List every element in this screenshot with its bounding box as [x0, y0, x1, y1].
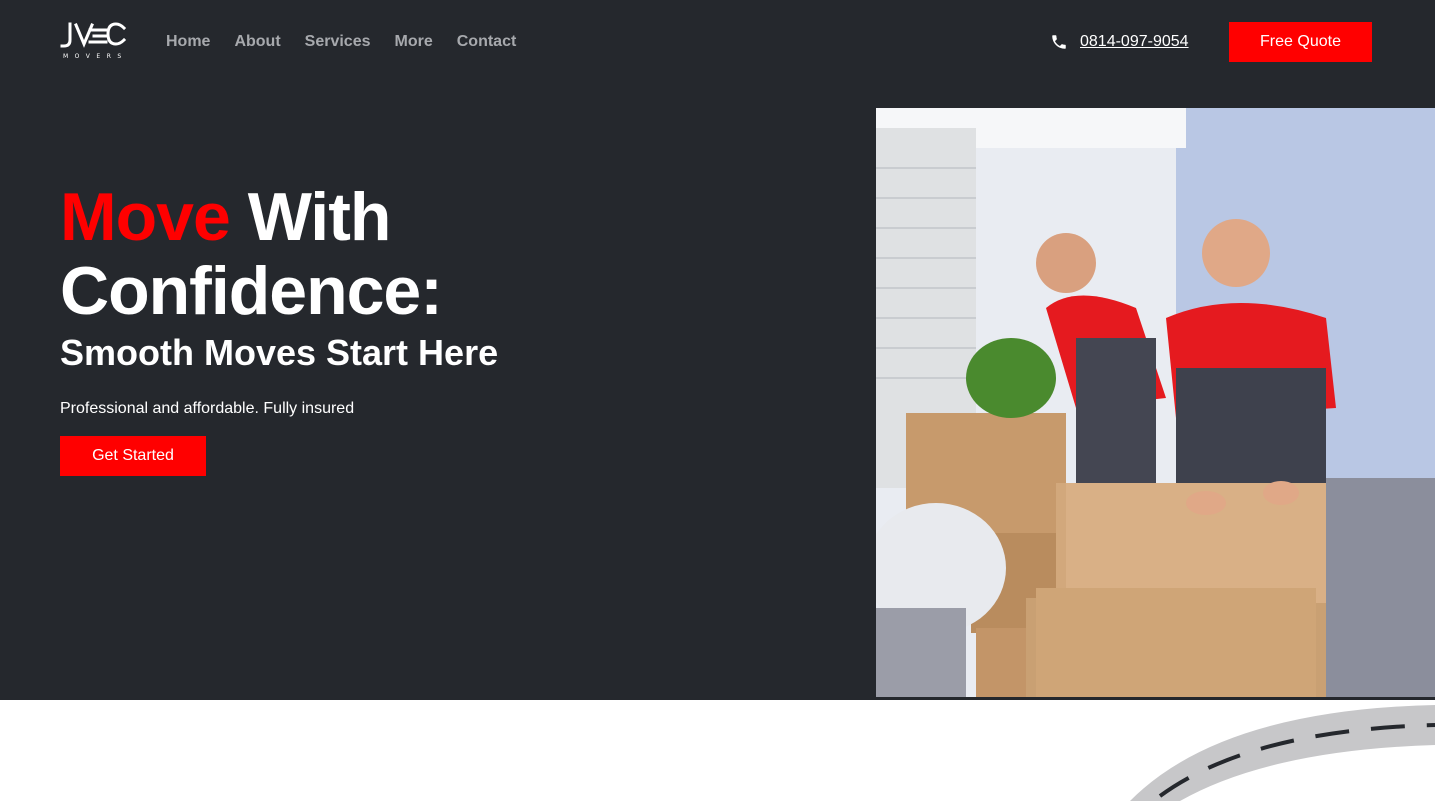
header-phone: 0814-097-9054	[1050, 31, 1189, 53]
logo-subtext: MOVERS	[63, 53, 128, 60]
free-quote-button[interactable]: Free Quote	[1229, 22, 1372, 62]
hero-photo	[876, 108, 1435, 697]
nav-contact[interactable]: Contact	[457, 32, 517, 52]
headline-rest: With	[229, 179, 392, 255]
hero-section: MOVERS Home About Services More Contact …	[0, 0, 1435, 700]
brand-logo[interactable]: MOVERS	[60, 22, 130, 62]
hero-headline: Move With Confidence:	[60, 179, 443, 329]
nav-about[interactable]: About	[234, 32, 280, 52]
get-started-button[interactable]: Get Started	[60, 436, 206, 476]
nav-services[interactable]: Services	[305, 32, 371, 52]
nav-home[interactable]: Home	[166, 32, 210, 52]
nav-more[interactable]: More	[395, 32, 433, 52]
main-nav: Home About Services More Contact	[166, 32, 540, 52]
road-decoration	[1130, 705, 1435, 801]
phone-icon	[1052, 35, 1066, 49]
hero-subheadline: Smooth Moves Start Here	[60, 332, 499, 373]
headline-line2: Confidence:	[60, 253, 443, 329]
headline-accent: Move	[60, 179, 231, 255]
hero-tagline: Professional and affordable. Fully insur…	[60, 400, 355, 417]
phone-link[interactable]: 0814-097-9054	[1080, 31, 1189, 53]
